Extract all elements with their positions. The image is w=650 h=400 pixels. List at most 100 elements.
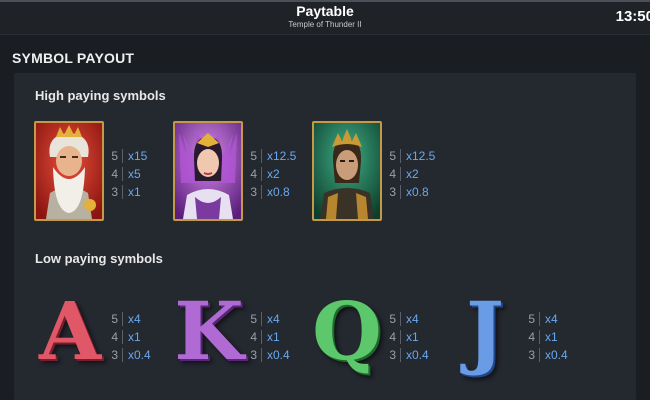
letter-q-payouts: 5 x4 4 x1 3 x0.4 (386, 310, 456, 366)
symbol-count: 4 (250, 167, 257, 181)
payout-value: x1 (545, 330, 558, 344)
payout-row: 4 x2 (386, 165, 456, 183)
divider (261, 312, 262, 326)
section-title: SYMBOL PAYOUT (12, 50, 135, 66)
payout-value: x4 (128, 312, 141, 326)
payout-row: 5 x4 (386, 310, 456, 328)
game-subtitle: Temple of Thunder II (288, 20, 362, 29)
payout-value: x4 (406, 312, 419, 326)
symbol-count: 4 (111, 167, 118, 181)
payout-value: x0.4 (545, 348, 568, 362)
payout-value: x0.4 (128, 348, 151, 362)
payout-value: x5 (128, 167, 141, 181)
symbol-count: 5 (250, 312, 257, 326)
divider (261, 348, 262, 362)
symbol-count: 5 (528, 312, 535, 326)
divider (539, 312, 540, 326)
payout-row: 3 x0.8 (247, 183, 317, 201)
payout-row: 5 x15 (108, 147, 178, 165)
divider (261, 330, 262, 344)
payout-row: 5 x4 (525, 310, 595, 328)
zeus-portrait-icon (36, 123, 102, 219)
payout-row: 3 x1 (108, 183, 178, 201)
divider (400, 167, 401, 181)
symbol-count: 4 (111, 330, 118, 344)
payout-value: x12.5 (267, 149, 297, 163)
symbol-count: 5 (111, 149, 118, 163)
warrior-symbol-card (312, 121, 382, 221)
letter-k-symbol: K (174, 284, 244, 378)
page-title: Paytable (296, 3, 354, 19)
payout-row: 5 x12.5 (386, 147, 456, 165)
payout-row: 3 x0.8 (386, 183, 456, 201)
payout-value: x0.4 (267, 348, 290, 362)
payout-row: 4 x1 (108, 328, 178, 346)
payout-value: x0.4 (406, 348, 429, 362)
symbol-count: 3 (111, 348, 118, 362)
divider (122, 312, 123, 326)
payout-row: 3 x0.4 (386, 346, 456, 364)
warrior-payouts: 5 x12.5 4 x2 3 x0.8 (386, 147, 456, 203)
top-accent-line (0, 0, 650, 2)
payout-row: 4 x5 (108, 165, 178, 183)
clock: 13:50 (615, 8, 650, 25)
letter-q-symbol: Q (312, 284, 382, 378)
symbol-count: 3 (111, 185, 118, 199)
divider (122, 149, 123, 163)
divider (122, 185, 123, 199)
letter-a-payouts: 5 x4 4 x1 3 x0.4 (108, 310, 178, 366)
letter-j-payouts: 5 x4 4 x1 3 x0.4 (525, 310, 595, 366)
symbol-count: 5 (250, 149, 257, 163)
payout-row: 5 x12.5 (247, 147, 317, 165)
divider (261, 149, 262, 163)
top-bar: Paytable Temple of Thunder II 13:50 (0, 0, 650, 35)
zeus-symbol-card (34, 121, 104, 221)
payout-row: 4 x2 (247, 165, 317, 183)
divider (261, 185, 262, 199)
divider (122, 348, 123, 362)
payout-row: 4 x1 (247, 328, 317, 346)
payout-row: 5 x4 (108, 310, 178, 328)
warrior-portrait-icon (314, 123, 380, 219)
payout-value: x4 (545, 312, 558, 326)
payout-row: 3 x0.4 (525, 346, 595, 364)
symbol-count: 3 (528, 348, 535, 362)
high-paying-title: High paying symbols (35, 88, 166, 103)
divider (539, 348, 540, 362)
symbol-count: 4 (528, 330, 535, 344)
payout-value: x2 (406, 167, 419, 181)
payout-value: x1 (128, 185, 141, 199)
payout-value: x2 (267, 167, 280, 181)
symbol-count: 3 (389, 185, 396, 199)
hera-symbol-card (173, 121, 243, 221)
divider (400, 149, 401, 163)
payout-row: 3 x0.4 (247, 346, 317, 364)
payout-value: x0.8 (267, 185, 290, 199)
symbol-count: 3 (389, 348, 396, 362)
divider (400, 312, 401, 326)
payout-row: 5 x4 (247, 310, 317, 328)
letter-j-symbol: J (466, 284, 504, 378)
divider (261, 167, 262, 181)
divider (122, 167, 123, 181)
divider (400, 348, 401, 362)
zeus-payouts: 5 x15 4 x5 3 x1 (108, 147, 178, 203)
symbol-count: 4 (389, 167, 396, 181)
symbol-count: 5 (389, 149, 396, 163)
divider (400, 330, 401, 344)
symbol-count: 3 (250, 185, 257, 199)
symbol-count: 5 (111, 312, 118, 326)
payout-value: x1 (406, 330, 419, 344)
low-paying-title: Low paying symbols (35, 251, 163, 266)
payout-value: x1 (267, 330, 280, 344)
payout-value: x0.8 (406, 185, 429, 199)
hera-payouts: 5 x12.5 4 x2 3 x0.8 (247, 147, 317, 203)
payout-value: x4 (267, 312, 280, 326)
payout-value: x15 (128, 149, 148, 163)
payout-value: x12.5 (406, 149, 436, 163)
symbol-count: 4 (250, 330, 257, 344)
divider (400, 185, 401, 199)
divider (122, 330, 123, 344)
symbol-count: 3 (250, 348, 257, 362)
letter-a-symbol: A (38, 284, 102, 378)
